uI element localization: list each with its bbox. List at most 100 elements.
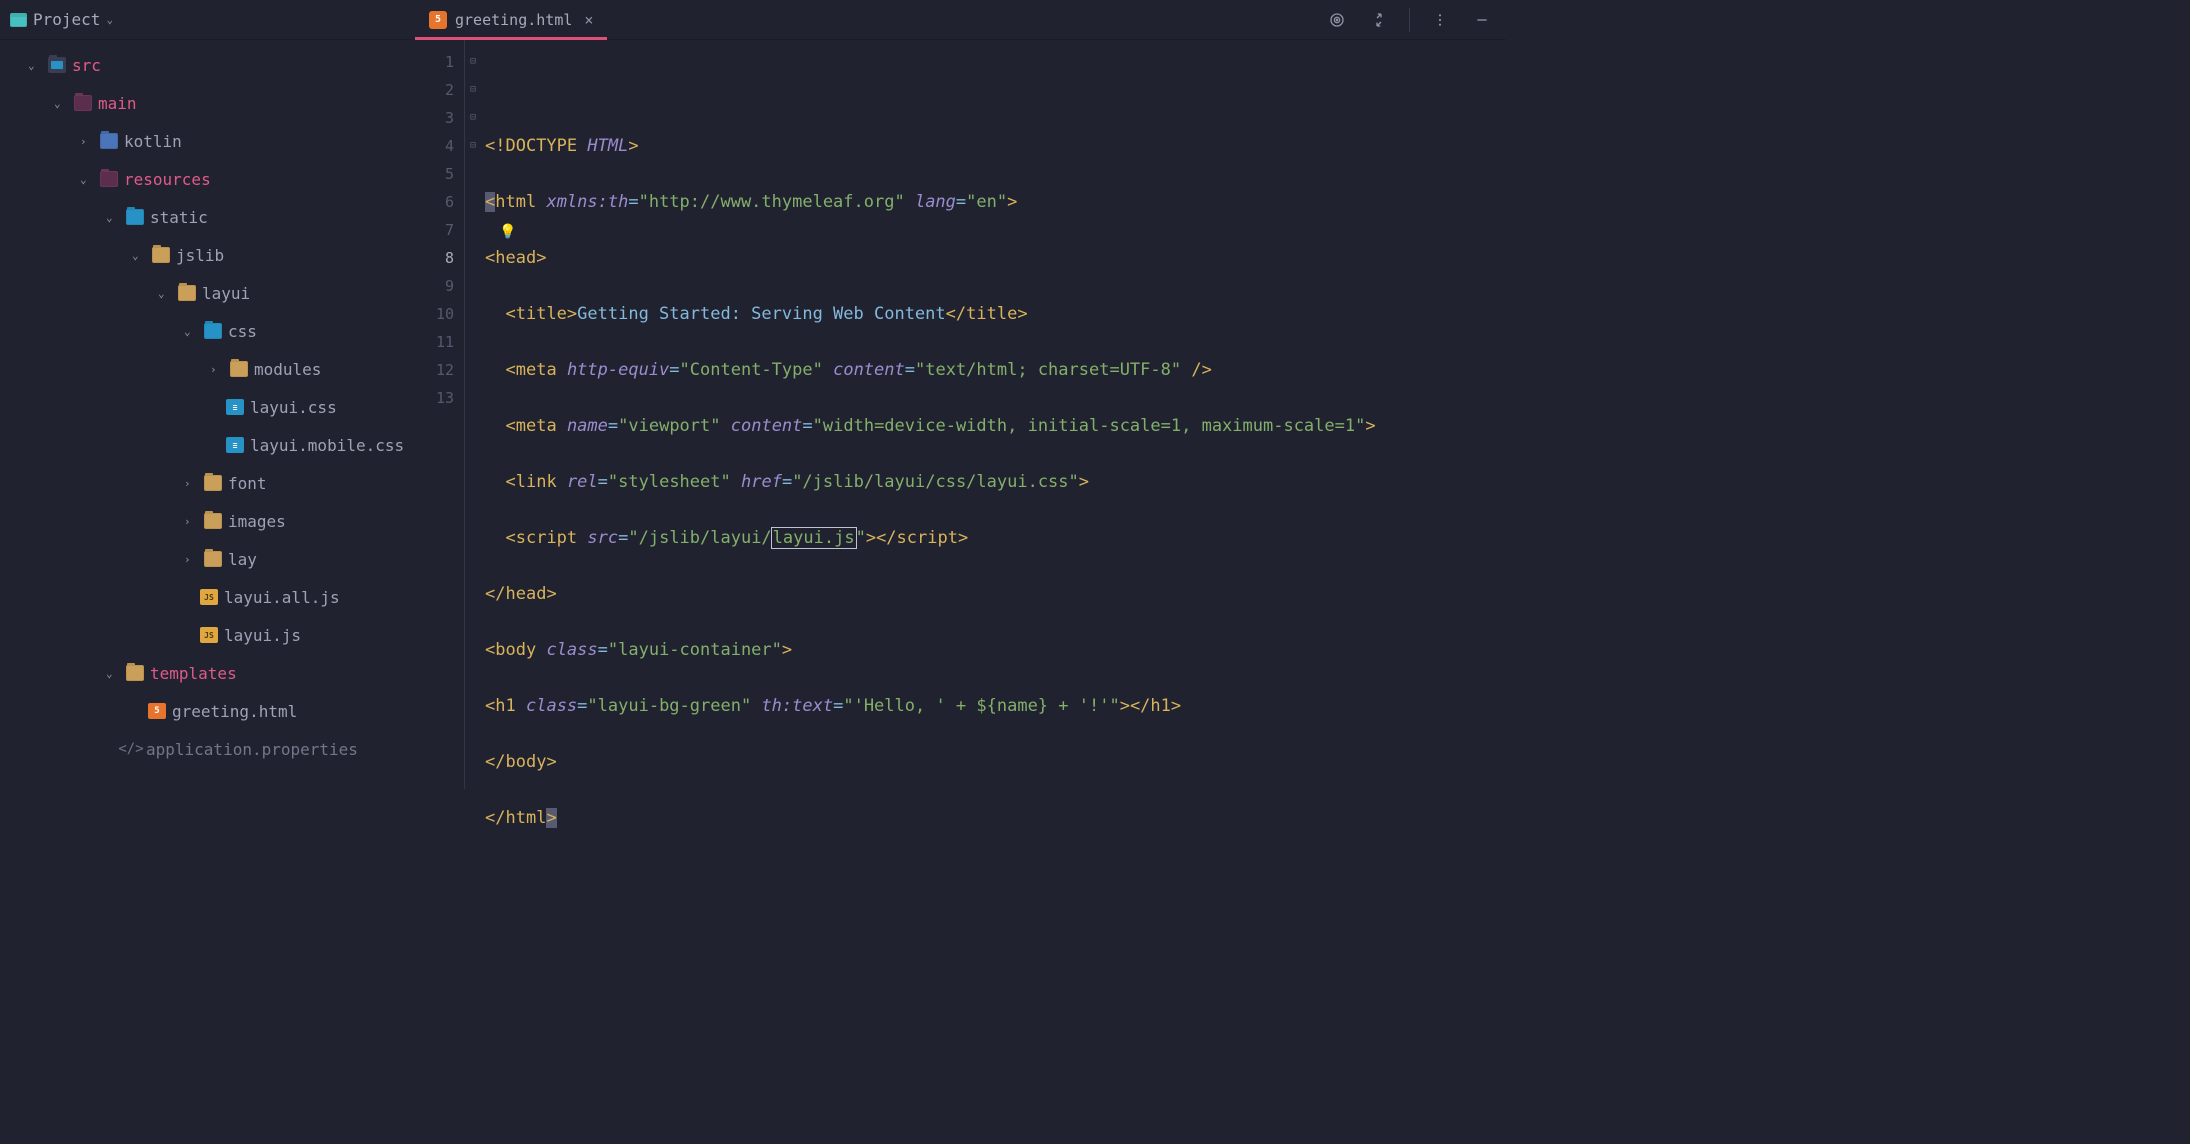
code-area[interactable]: 💡 <!DOCTYPE HTML> <html xmlns:th="http:/…: [481, 40, 1506, 789]
tree-node-jslib[interactable]: ⌄jslib: [0, 236, 415, 274]
tree-node-images[interactable]: ›images: [0, 502, 415, 540]
folder-icon: [230, 361, 248, 377]
code-token: Getting Started: Serving Web Content: [577, 304, 945, 324]
line-number: 13: [415, 384, 454, 412]
tree-label: layui: [202, 284, 250, 303]
code-token: <: [505, 304, 515, 324]
line-number: 4: [415, 132, 454, 160]
code-token: "/jslib/layui/css/layui.css": [792, 472, 1079, 492]
tree-node-layui[interactable]: ⌄layui: [0, 274, 415, 312]
lightbulb-icon[interactable]: 💡: [499, 218, 516, 246]
tree-node-app-properties[interactable]: </>application.properties: [0, 730, 415, 768]
tree-label: resources: [124, 170, 211, 189]
code-token: link: [516, 472, 557, 492]
tree-node-main[interactable]: ⌄main: [0, 84, 415, 122]
tree-label: layui.css: [250, 398, 337, 417]
code-token: <: [505, 416, 515, 436]
code-token: =: [598, 640, 608, 660]
code-token: rel: [567, 472, 598, 492]
code-token: =: [802, 416, 812, 436]
line-number: 1: [415, 48, 454, 76]
code-token: </: [876, 528, 896, 548]
tree-node-font[interactable]: ›font: [0, 464, 415, 502]
code-token: <: [505, 472, 515, 492]
code-token: >: [1365, 416, 1375, 436]
chevron-down-icon: ⌄: [106, 211, 120, 224]
line-number: 5: [415, 160, 454, 188]
code-token: <: [505, 360, 515, 380]
more-icon[interactable]: [1426, 6, 1454, 34]
html-file-icon: 5: [148, 703, 166, 719]
code-token: </: [1130, 696, 1150, 716]
line-number: 8: [415, 244, 454, 272]
tree-label: images: [228, 512, 286, 531]
project-dropdown[interactable]: Project ⌄: [0, 0, 123, 39]
tree-node-layui-all-js[interactable]: JSlayui.all.js: [0, 578, 415, 616]
code-token: "stylesheet": [608, 472, 731, 492]
tree-node-lay[interactable]: ›lay: [0, 540, 415, 578]
code-token: ": [856, 528, 866, 548]
code-token: http-equiv: [567, 360, 669, 380]
tree-label: layui.js: [224, 626, 301, 645]
tree-node-greeting-html[interactable]: 5greeting.html: [0, 692, 415, 730]
code-token: </: [485, 808, 505, 828]
line-number: 3: [415, 104, 454, 132]
minimize-icon[interactable]: [1468, 6, 1496, 34]
code-token: "viewport": [618, 416, 720, 436]
chevron-down-icon: ⌄: [80, 173, 94, 186]
code-token: =: [782, 472, 792, 492]
code-token: >: [546, 752, 556, 772]
code-token: "layui-container": [608, 640, 782, 660]
close-icon[interactable]: ×: [580, 11, 593, 29]
code-token: "en": [966, 192, 1007, 212]
chevron-down-icon: ⌄: [106, 667, 120, 680]
code-token: xmlns:th: [546, 192, 628, 212]
tree-label: kotlin: [124, 132, 182, 151]
code-token: >: [546, 808, 556, 828]
tree-node-src[interactable]: ⌄src: [0, 46, 415, 84]
target-icon[interactable]: [1323, 6, 1351, 34]
tree-label: jslib: [176, 246, 224, 265]
chevron-right-icon: ›: [210, 363, 224, 376]
tree-node-css[interactable]: ⌄css: [0, 312, 415, 350]
config-file-icon: </>: [122, 741, 140, 757]
code-token: >: [1079, 472, 1089, 492]
code-token: =: [833, 696, 843, 716]
code-token: html: [495, 192, 536, 212]
code-token: =: [598, 472, 608, 492]
code-token: <: [505, 528, 515, 548]
tree-node-layui-mobile-css[interactable]: ≡layui.mobile.css: [0, 426, 415, 464]
line-gutter: 1 2 3 4 5 6 7 8 9 10 11 12 13: [415, 40, 465, 789]
folder-icon: [204, 323, 222, 339]
code-token: "Content-Type": [680, 360, 823, 380]
tree-node-layui-js[interactable]: JSlayui.js: [0, 616, 415, 654]
tree-node-kotlin[interactable]: ›kotlin: [0, 122, 415, 160]
tree-node-resources[interactable]: ⌄ resources: [0, 160, 415, 198]
code-token: >: [1120, 696, 1130, 716]
code-token: meta: [516, 360, 557, 380]
js-file-icon: JS: [200, 589, 218, 605]
code-token: body: [495, 640, 536, 660]
css-file-icon: ≡: [226, 399, 244, 415]
tree-node-layui-css[interactable]: ≡ layui.css: [0, 388, 415, 426]
code-token: body: [505, 752, 546, 772]
editor[interactable]: 1 2 3 4 5 6 7 8 9 10 11 12 13 ⊟⊟⊟⊟ 💡 <!D…: [415, 40, 1506, 789]
code-token: <: [485, 640, 495, 660]
code-token: "layui-bg-green": [587, 696, 751, 716]
collapse-icon[interactable]: [1365, 6, 1393, 34]
code-token: />: [1181, 360, 1212, 380]
code-token: <: [485, 192, 495, 212]
code-token: =: [669, 360, 679, 380]
code-token: title: [516, 304, 567, 324]
chevron-down-icon: ⌄: [54, 97, 68, 110]
code-token: >: [866, 528, 876, 548]
tree-node-templates[interactable]: ⌄templates: [0, 654, 415, 692]
chevron-down-icon: ⌄: [106, 13, 113, 26]
code-token: [536, 192, 546, 212]
css-file-icon: ≡: [226, 437, 244, 453]
code-token: head: [505, 584, 546, 604]
tree-node-modules[interactable]: ›modules: [0, 350, 415, 388]
tab-greeting-html[interactable]: 5 greeting.html ×: [415, 2, 607, 40]
chevron-right-icon: ›: [184, 553, 198, 566]
tree-node-static[interactable]: ⌄static: [0, 198, 415, 236]
